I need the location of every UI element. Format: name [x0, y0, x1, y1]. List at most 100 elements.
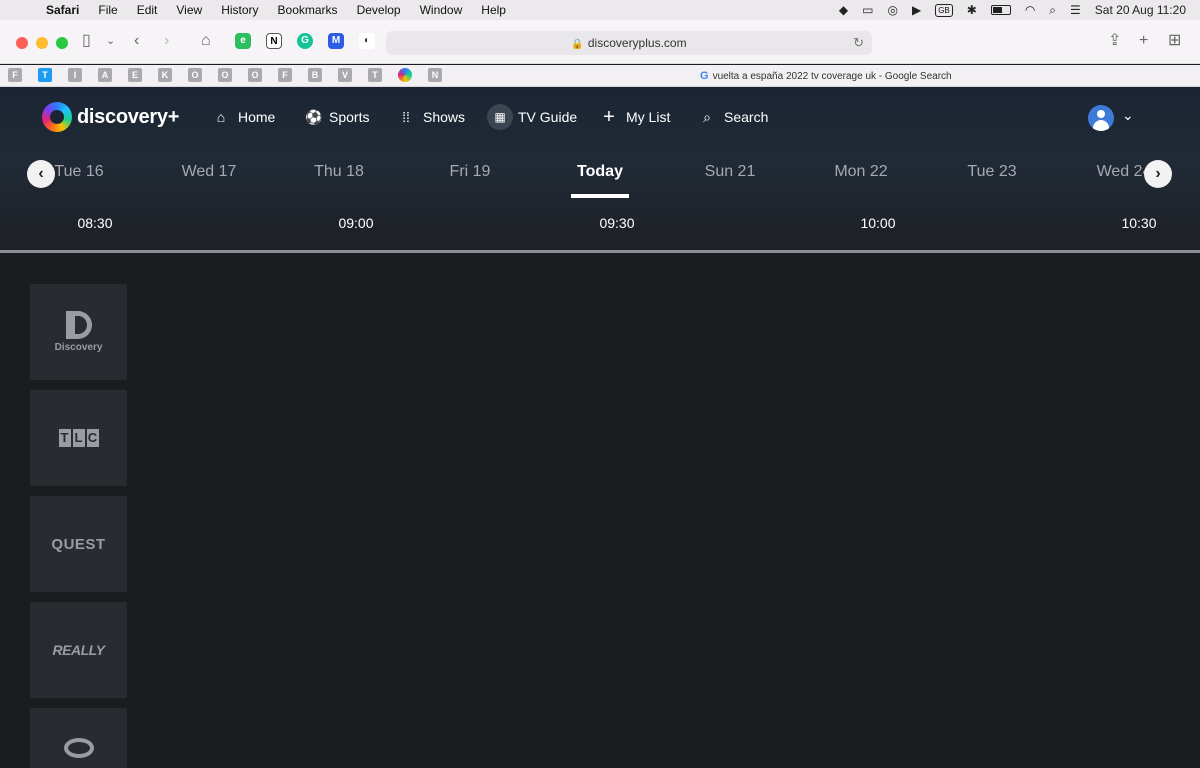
control-center-icon[interactable]: ☰ [1070, 0, 1081, 20]
next-days-button[interactable]: › [1144, 160, 1172, 188]
menu-app-name[interactable]: Safari [46, 3, 79, 17]
day-tab-today[interactable]: Today [545, 163, 655, 181]
new-tab-icon[interactable]: + [1139, 31, 1148, 51]
notion-extension-icon[interactable]: N [266, 33, 282, 49]
nav-label: Home [238, 109, 276, 125]
day-tab[interactable]: Tue 23 [937, 163, 1047, 181]
time-slot: 10:00 [860, 215, 896, 231]
bookmark-f[interactable]: F [8, 68, 22, 82]
day-tab[interactable]: Wed 17 [154, 163, 264, 181]
reload-icon[interactable]: ↻ [853, 31, 864, 55]
channel-name: Discovery [54, 342, 103, 353]
bookmark-i[interactable]: I [68, 68, 82, 82]
bookmark-b[interactable]: B [308, 68, 322, 82]
sidebar-toggle-icon[interactable]: ▯ [82, 31, 91, 51]
bookmark-v[interactable]: V [338, 68, 352, 82]
forward-icon[interactable]: › [164, 31, 169, 51]
menu-develop[interactable]: Develop [357, 3, 401, 17]
spotlight-icon[interactable]: ⌕ [1049, 0, 1056, 20]
bookmark-a[interactable]: A [98, 68, 112, 82]
grid-icon: ⁞⁞ [402, 109, 410, 125]
day-tab[interactable]: Thu 18 [284, 163, 394, 181]
bookmark-o1[interactable]: O [188, 68, 202, 82]
profile-avatar[interactable] [1088, 105, 1114, 131]
avatar-head [1097, 110, 1105, 118]
time-slot: 08:30 [77, 215, 113, 231]
previous-days-button[interactable]: ‹ [27, 160, 55, 188]
bookmark-k[interactable]: K [158, 68, 172, 82]
home-icon: ⌂ [216, 109, 226, 125]
evernote-extension-icon[interactable]: e [235, 33, 251, 49]
display-icon[interactable]: ▭ [862, 0, 873, 20]
search-icon: ⌕ [703, 108, 711, 125]
menu-window[interactable]: Window [420, 3, 463, 17]
nav-shows[interactable]: ⁞⁞ Shows [399, 104, 465, 130]
discovery-orb-icon [42, 102, 72, 132]
nav-tv-guide[interactable]: ▦ TV Guide [487, 104, 577, 130]
channel-tlc[interactable]: T L C [30, 390, 127, 486]
tab-title: vuelta a españa 2022 tv coverage uk - Go… [712, 71, 952, 82]
chevron-down-icon[interactable]: ⌄ [1122, 107, 1134, 124]
tlc-letter: L [72, 429, 85, 447]
back-icon[interactable]: ‹ [134, 31, 139, 51]
close-window-button[interactable] [16, 37, 28, 49]
bookmark-t[interactable]: T [368, 68, 382, 82]
menu-file[interactable]: File [98, 3, 117, 17]
tlc-logo: T L C [58, 429, 99, 447]
bookmarks-bar: F T I A E K O O O F B V T N Gvuelta a es… [0, 65, 1200, 87]
nav-label: Sports [329, 109, 370, 125]
bookmark-n[interactable]: N [428, 68, 442, 82]
timeline-divider [0, 250, 1200, 253]
avatar-body [1093, 120, 1109, 131]
selected-day-indicator [571, 194, 629, 198]
google-search-tab[interactable]: Gvuelta a españa 2022 tv coverage uk - G… [700, 65, 952, 87]
tab-overview-icon[interactable]: ⊞ [1168, 31, 1181, 51]
nav-my-list[interactable]: + My List [602, 104, 670, 130]
bookmark-discovery[interactable] [398, 68, 412, 82]
address-bar[interactable]: 🔒 discoveryplus.com ↻ [386, 31, 872, 55]
home-icon[interactable]: ⌂ [201, 31, 211, 51]
macos-menubar: Safari File Edit View History Bookmarks … [0, 0, 1200, 20]
channel-partial[interactable] [30, 708, 127, 768]
day-tab[interactable]: Fri 19 [415, 163, 525, 181]
nav-home[interactable]: ⌂ Home [214, 104, 276, 130]
bluetooth-icon[interactable]: ✱ [967, 0, 977, 20]
play-icon[interactable]: ▶ [912, 0, 921, 20]
channel-discovery[interactable]: Discovery [30, 284, 127, 380]
shield-extension-icon[interactable]: ◐ [359, 33, 375, 49]
day-tab[interactable]: Mon 22 [806, 163, 916, 181]
extension-icon[interactable]: M [328, 33, 344, 49]
bookmark-twitter[interactable]: T [38, 68, 52, 82]
menubar-clock[interactable]: Sat 20 Aug 11:20 [1095, 0, 1186, 20]
nav-search[interactable]: ⌕ Search [700, 104, 768, 130]
minimize-window-button[interactable] [36, 37, 48, 49]
zoom-window-button[interactable] [56, 37, 68, 49]
bookmark-e[interactable]: E [128, 68, 142, 82]
wifi-icon[interactable]: ◠ [1025, 0, 1035, 20]
grammarly-extension-icon[interactable]: G [297, 33, 313, 49]
menu-view[interactable]: View [176, 3, 202, 17]
nav-label: Search [724, 109, 769, 125]
creative-cloud-icon[interactable]: ◎ [887, 0, 897, 20]
bookmark-o2[interactable]: O [218, 68, 232, 82]
menu-bookmarks[interactable]: Bookmarks [278, 3, 338, 17]
discovery-plus-logo[interactable]: discovery+ [42, 101, 179, 133]
sports-icon: ⚽ [305, 108, 323, 125]
brand-name: discovery+ [77, 105, 180, 128]
battery-icon[interactable] [990, 5, 1011, 15]
channel-quest[interactable]: QUEST [30, 496, 127, 592]
day-tab[interactable]: Sun 21 [675, 163, 785, 181]
share-icon[interactable]: ⇪ [1108, 31, 1121, 51]
bookmark-f2[interactable]: F [278, 68, 292, 82]
channel-really[interactable]: REALLY [30, 602, 127, 698]
nav-sports[interactable]: ⚽ Sports [305, 104, 369, 130]
menu-history[interactable]: History [221, 3, 258, 17]
dropbox-icon[interactable]: ◆ [839, 0, 848, 20]
chevron-down-icon[interactable]: ⌄ [106, 31, 115, 51]
discovery-logo-icon [65, 311, 92, 339]
menu-edit[interactable]: Edit [137, 3, 158, 17]
input-source-icon[interactable]: GB [935, 3, 953, 17]
menu-help[interactable]: Help [481, 3, 506, 17]
nav-label: Shows [423, 109, 466, 125]
bookmark-o3[interactable]: O [248, 68, 262, 82]
